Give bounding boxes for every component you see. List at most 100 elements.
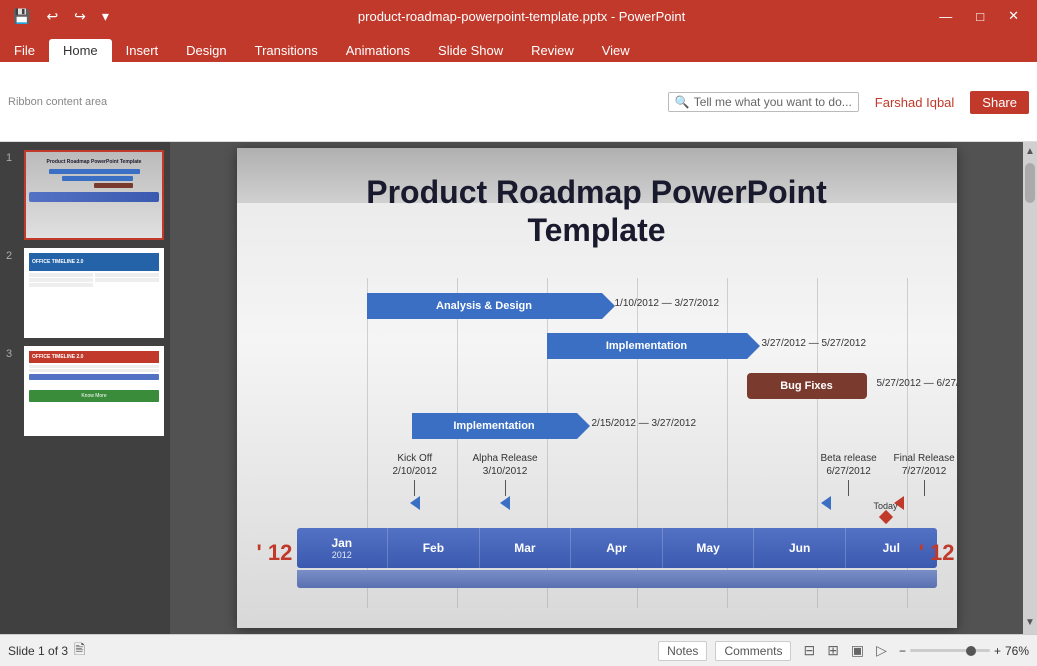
tab-home[interactable]: Home <box>49 39 112 62</box>
notes-button[interactable]: Notes <box>658 641 707 661</box>
slide-number-2: 2 <box>6 248 20 262</box>
month-axis: Jan 2012 Feb Mar Apr May Jun <box>297 528 937 568</box>
zoom-control: − + 76% <box>899 644 1029 658</box>
milestone-kickoff: Kick Off2/10/2012 <box>393 452 438 510</box>
gantt-row-1: Analysis & Design 1/10/2012 — 3/27/2012 <box>367 293 602 319</box>
search-icon: 🔍 <box>675 95 690 109</box>
undo-icon[interactable]: ↩ <box>41 6 63 27</box>
bar-implementation-2: Implementation <box>412 413 577 439</box>
bar-implementation-1: Implementation <box>547 333 747 359</box>
gantt-row-4: Implementation 2/15/2012 — 3/27/2012 <box>412 413 577 439</box>
tab-transitions[interactable]: Transitions <box>241 39 332 62</box>
milestone-alpha: Alpha Release3/10/2012 <box>473 452 538 510</box>
year-label-right: ' 12 <box>919 540 955 566</box>
save-icon[interactable]: 💾 <box>8 6 35 27</box>
month-feb: Feb <box>388 528 480 568</box>
tab-animations[interactable]: Animations <box>332 39 424 62</box>
slide-3-content: OFFICE TIMELINE 2.0 Know More <box>26 348 162 434</box>
month-may: May <box>663 528 755 568</box>
scroll-up-arrow[interactable]: ▲ <box>1023 144 1037 159</box>
slide-thumb-2[interactable]: 2 OFFICE TIMELINE 2.0 <box>6 248 164 338</box>
normal-view-icon[interactable]: ⊟ <box>799 640 819 661</box>
status-left: Slide 1 of 3 🖹 <box>8 639 85 663</box>
slide-number-1: 1 <box>6 150 20 164</box>
main-area: 1 Product Roadmap PowerPoint Template 2 <box>0 142 1037 634</box>
slide-number-3: 3 <box>6 346 20 360</box>
slide-title-line1: Product Roadmap PowerPointTemplate <box>366 174 826 248</box>
zoom-out-icon[interactable]: − <box>899 644 906 658</box>
tab-file[interactable]: File <box>0 39 49 62</box>
tab-insert[interactable]: Insert <box>112 39 173 62</box>
slide-thumb-3[interactable]: 3 OFFICE TIMELINE 2.0 Know More <box>6 346 164 436</box>
scroll-thumb[interactable] <box>1025 163 1035 203</box>
zoom-in-icon[interactable]: + <box>994 644 1001 658</box>
slide-image-1[interactable]: Product Roadmap PowerPoint Template <box>24 150 164 240</box>
comments-button[interactable]: Comments <box>715 641 791 661</box>
status-bar: Slide 1 of 3 🖹 Notes Comments ⊟ ⊞ ▣ ▷ − … <box>0 634 1037 666</box>
date-label-2: 3/27/2012 — 5/27/2012 <box>762 338 867 349</box>
bar-analysis-design: Analysis & Design <box>367 293 602 319</box>
ribbon: File Home Insert Design Transitions Anim… <box>0 32 1037 142</box>
today-marker: Today <box>874 501 898 522</box>
tab-review[interactable]: Review <box>517 39 588 62</box>
reading-view-icon[interactable]: ▣ <box>847 640 868 661</box>
minimize-button[interactable]: — <box>929 7 962 26</box>
tab-slideshow[interactable]: Slide Show <box>424 39 517 62</box>
titlebar-left: 💾 ↩ ↪ ▾ <box>8 6 114 27</box>
bar-label-3: Bug Fixes <box>780 380 833 392</box>
today-diamond <box>878 510 892 524</box>
ribbon-tabs: File Home Insert Design Transitions Anim… <box>0 32 1037 62</box>
zoom-level: 76% <box>1005 644 1029 658</box>
slide-1-content: Product Roadmap PowerPoint Template <box>26 152 162 238</box>
date-label-4: 2/15/2012 — 3/27/2012 <box>592 418 697 429</box>
milestone-beta: Beta release6/27/2012 <box>821 452 877 510</box>
slide-title: Product Roadmap PowerPointTemplate <box>237 173 957 250</box>
date-label-1: 1/10/2012 — 3/27/2012 <box>615 298 720 309</box>
canvas-area: Product Roadmap PowerPointTemplate Analy… <box>170 142 1023 634</box>
slideshow-icon[interactable]: ▷ <box>872 640 891 661</box>
window-title: product-roadmap-powerpoint-template.pptx… <box>114 9 929 24</box>
gantt-row-3: Bug Fixes 5/27/2012 — 6/27/2012 <box>747 373 867 399</box>
bottom-axis-strip <box>297 570 937 588</box>
kickoff-label: Kick Off2/10/2012 <box>393 453 438 477</box>
month-apr: Apr <box>571 528 663 568</box>
zoom-slider[interactable] <box>910 649 990 652</box>
title-bar: 💾 ↩ ↪ ▾ product-roadmap-powerpoint-templ… <box>0 0 1037 32</box>
slide-sorter-icon[interactable]: ⊞ <box>823 640 843 661</box>
maximize-button[interactable]: □ <box>966 7 994 26</box>
search-box[interactable]: 🔍 Tell me what you want to do... <box>668 92 859 112</box>
zoom-thumb[interactable] <box>966 646 976 656</box>
year-label-left: ' 12 <box>257 540 293 566</box>
tab-design[interactable]: Design <box>172 39 240 62</box>
bar-label-1: Analysis & Design <box>436 300 532 312</box>
status-right: Notes Comments ⊟ ⊞ ▣ ▷ − + 76% <box>658 640 1029 661</box>
bar-label-4: Implementation <box>453 420 534 432</box>
close-button[interactable]: ✕ <box>998 6 1029 26</box>
month-mar: Mar <box>480 528 572 568</box>
redo-icon[interactable]: ↪ <box>69 6 91 27</box>
slide-image-3[interactable]: OFFICE TIMELINE 2.0 Know More <box>24 346 164 436</box>
vertical-scrollbar[interactable]: ▲ ▼ <box>1023 142 1037 634</box>
scroll-down-arrow[interactable]: ▼ <box>1023 615 1037 630</box>
slide-image-2[interactable]: OFFICE TIMELINE 2.0 <box>24 248 164 338</box>
month-jun: Jun <box>754 528 846 568</box>
date-label-3: 5/27/2012 — 6/27/2012 <box>877 378 957 389</box>
share-button[interactable]: Share <box>970 91 1029 114</box>
view-icons: ⊟ ⊞ ▣ ▷ <box>799 640 890 661</box>
milestone-final: Final Release7/27/2012 <box>894 452 955 510</box>
user-name: Farshad Iqbal <box>875 95 955 110</box>
quick-access-dropdown[interactable]: ▾ <box>97 6 114 27</box>
month-jan: Jan 2012 <box>297 528 389 568</box>
slide-thumb-1[interactable]: 1 Product Roadmap PowerPoint Template <box>6 150 164 240</box>
tab-view[interactable]: View <box>588 39 644 62</box>
beta-label: Beta release6/27/2012 <box>821 453 877 477</box>
ribbon-content: Ribbon content area 🔍 Tell me what you w… <box>0 62 1037 142</box>
slide-2-content: OFFICE TIMELINE 2.0 <box>26 250 162 336</box>
final-label: Final Release7/27/2012 <box>894 453 955 477</box>
bar-label-2: Implementation <box>606 340 687 352</box>
gantt-row-2: Implementation 3/27/2012 — 5/27/2012 <box>547 333 747 359</box>
slide-info: Slide 1 of 3 <box>8 644 68 658</box>
alpha-label: Alpha Release3/10/2012 <box>473 453 538 477</box>
bar-bug-fixes: Bug Fixes <box>747 373 867 399</box>
slide-canvas: Product Roadmap PowerPointTemplate Analy… <box>237 148 957 628</box>
